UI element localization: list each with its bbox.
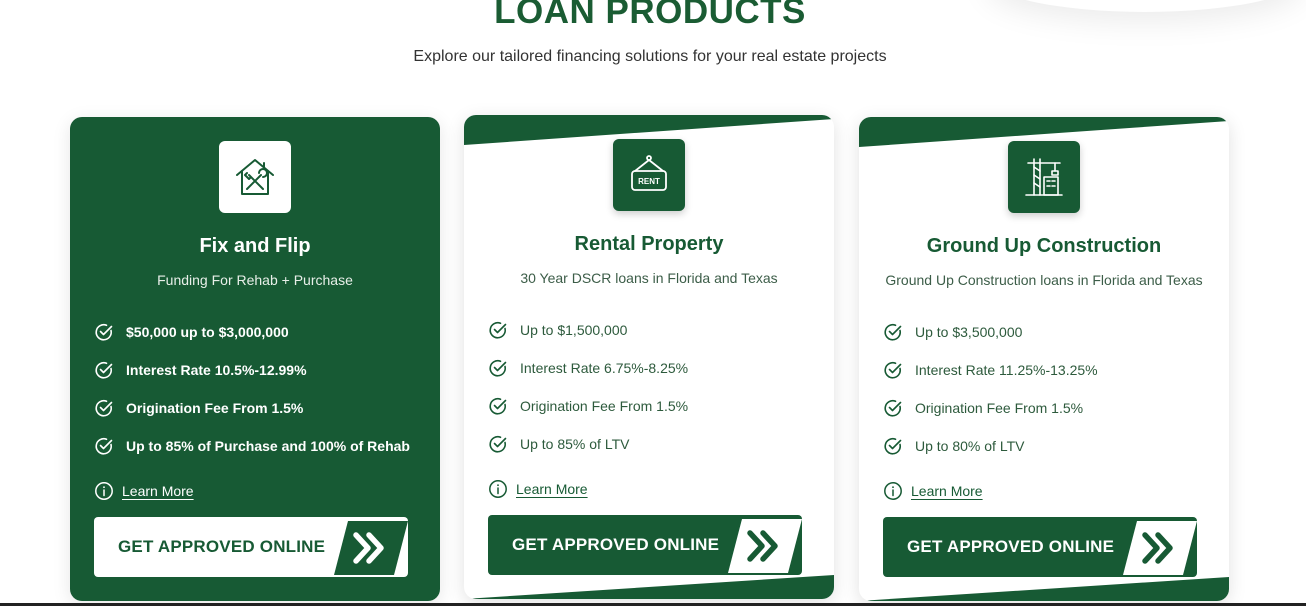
feature-item: Interest Rate 11.25%-13.25% xyxy=(883,351,1219,389)
feature-text: Interest Rate 6.75%-8.25% xyxy=(520,360,689,376)
feature-text: Interest Rate 11.25%-13.25% xyxy=(915,362,1098,378)
check-circle-icon xyxy=(884,437,902,455)
feature-text: Origination Fee From 1.5% xyxy=(126,400,304,416)
feature-item: Up to $3,500,000 xyxy=(883,313,1219,351)
feature-list: Up to $3,500,000 Interest Rate 11.25%-13… xyxy=(883,313,1219,465)
get-approved-label[interactable]: GET APPROVED ONLINE xyxy=(907,517,1114,577)
check-circle-icon xyxy=(489,435,507,453)
learn-more-link[interactable]: Learn More xyxy=(94,481,194,501)
feature-list: Up to $1,500,000 Interest Rate 6.75%-8.2… xyxy=(488,311,824,463)
feature-list: $50,000 up to $3,000,000 Interest Rate 1… xyxy=(94,313,430,465)
check-circle-icon xyxy=(95,361,113,379)
card-title: Rental Property xyxy=(574,233,724,255)
card-title: Ground Up Construction xyxy=(926,235,1162,257)
check-circle-icon xyxy=(884,323,902,341)
check-circle-icon xyxy=(95,437,113,455)
decorative-stripe xyxy=(859,577,1229,601)
learn-more-label[interactable]: Learn More xyxy=(911,483,983,499)
construction-crane-icon xyxy=(1008,141,1080,213)
loan-card-fix-and-flip: Fix and Flip Funding For Rehab + Purchas… xyxy=(70,117,440,601)
check-circle-icon xyxy=(884,399,902,417)
check-circle-icon xyxy=(95,323,113,341)
feature-item: Up to $1,500,000 xyxy=(488,311,824,349)
get-approved-button[interactable]: GET APPROVED ONLINE xyxy=(94,517,408,577)
house-tools-icon xyxy=(219,141,291,213)
info-icon xyxy=(884,482,902,500)
learn-more-link[interactable]: Learn More xyxy=(883,481,983,501)
learn-more-label[interactable]: Learn More xyxy=(122,483,194,499)
feature-text: Origination Fee From 1.5% xyxy=(915,400,1084,416)
double-chevron-right-icon[interactable] xyxy=(1121,517,1199,577)
check-circle-icon xyxy=(489,321,507,339)
get-approved-label[interactable]: GET APPROVED ONLINE xyxy=(118,517,325,577)
get-approved-button[interactable]: GET APPROVED ONLINE xyxy=(488,515,802,575)
feature-item: Origination Fee From 1.5% xyxy=(488,387,824,425)
loan-card-rental-property: RENT Rental Property 30 Year DSCR loans … xyxy=(464,115,834,599)
check-circle-icon xyxy=(489,359,507,377)
decorative-stripe xyxy=(464,575,834,599)
svg-text:RENT: RENT xyxy=(638,177,660,186)
feature-text: Up to 85% of LTV xyxy=(520,436,630,452)
feature-item: Up to 85% of LTV xyxy=(488,425,824,463)
feature-text: Up to $3,500,000 xyxy=(915,324,1023,340)
info-icon xyxy=(95,482,113,500)
feature-item: Up to 85% of Purchase and 100% of Rehab xyxy=(94,427,430,465)
card-title: Fix and Flip xyxy=(199,235,311,257)
feature-text: Origination Fee From 1.5% xyxy=(520,398,689,414)
get-approved-label[interactable]: GET APPROVED ONLINE xyxy=(512,515,719,575)
double-chevron-right-icon[interactable] xyxy=(726,515,804,575)
feature-text: $50,000 up to $3,000,000 xyxy=(126,324,289,340)
card-subtitle: Funding For Rehab + Purchase xyxy=(157,272,353,288)
check-circle-icon xyxy=(489,397,507,415)
section-subtitle: Explore our tailored financing solutions… xyxy=(413,48,887,65)
feature-text: Interest Rate 10.5%-12.99% xyxy=(126,362,307,378)
info-icon xyxy=(489,480,507,498)
check-circle-icon xyxy=(95,399,113,417)
feature-item: Origination Fee From 1.5% xyxy=(94,389,430,427)
double-chevron-right-icon[interactable] xyxy=(332,517,410,577)
feature-item: $50,000 up to $3,000,000 xyxy=(94,313,430,351)
learn-more-label[interactable]: Learn More xyxy=(516,481,588,497)
loan-card-ground-up-construction: Ground Up Construction Ground Up Constru… xyxy=(859,117,1229,601)
card-subtitle: 30 Year DSCR loans in Florida and Texas xyxy=(520,270,778,286)
feature-text: Up to 80% of LTV xyxy=(915,438,1025,454)
feature-text: Up to 85% of Purchase and 100% of Rehab xyxy=(126,438,410,454)
card-subtitle: Ground Up Construction loans in Florida … xyxy=(885,272,1203,288)
learn-more-link[interactable]: Learn More xyxy=(488,479,588,499)
feature-text: Up to $1,500,000 xyxy=(520,322,628,338)
feature-item: Up to 80% of LTV xyxy=(883,427,1219,465)
rent-sign-icon: RENT xyxy=(613,139,685,211)
feature-item: Interest Rate 10.5%-12.99% xyxy=(94,351,430,389)
feature-item: Origination Fee From 1.5% xyxy=(883,389,1219,427)
check-circle-icon xyxy=(884,361,902,379)
get-approved-button[interactable]: GET APPROVED ONLINE xyxy=(883,517,1197,577)
section-title: LOAN PRODUCTS xyxy=(494,0,806,31)
feature-item: Interest Rate 6.75%-8.25% xyxy=(488,349,824,387)
